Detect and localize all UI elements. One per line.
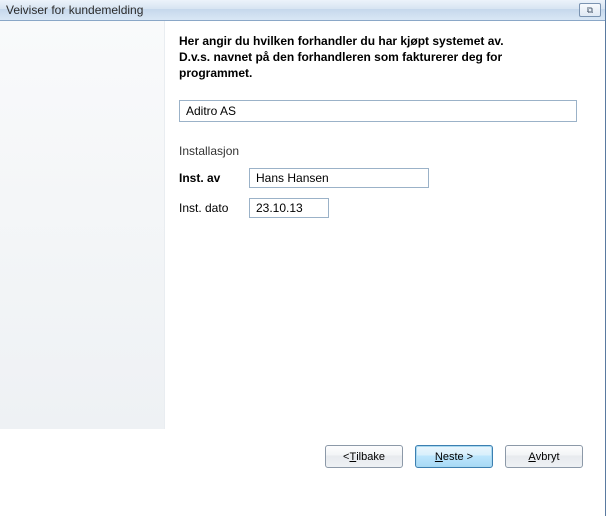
cancel-button[interactable]: Avbryt	[505, 445, 583, 468]
installation-section-label: Installasjon	[179, 144, 585, 158]
titlebar: Veiviser for kundemelding ⧉	[0, 0, 605, 21]
dealer-name-input[interactable]	[179, 100, 577, 122]
install-date-row: Inst. dato	[179, 198, 585, 218]
wizard-main-panel: Her angir du hvilken forhandler du har k…	[165, 21, 605, 429]
cancel-mnemonic: A	[528, 451, 535, 463]
wizard-body: Her angir du hvilken forhandler du har k…	[0, 21, 605, 429]
cancel-rest: vbryt	[536, 451, 560, 463]
installed-by-row: Inst. av	[179, 168, 585, 188]
wizard-button-row: < Tilbake Neste > Avbryt	[325, 445, 583, 468]
back-rest: ilbake	[356, 451, 385, 463]
install-date-input[interactable]	[249, 198, 329, 218]
back-mnemonic: T	[349, 451, 356, 463]
back-button[interactable]: < Tilbake	[325, 445, 403, 468]
next-mnemonic: N	[435, 451, 443, 463]
button-divider	[4, 429, 601, 430]
close-icon: ⧉	[587, 6, 593, 15]
window-title: Veiviser for kundemelding	[6, 3, 579, 17]
intro-text: Her angir du hvilken forhandler du har k…	[179, 33, 509, 82]
install-date-label: Inst. dato	[179, 201, 249, 215]
installed-by-label: Inst. av	[179, 171, 249, 185]
wizard-window: Veiviser for kundemelding ⧉ Her angir du…	[0, 0, 606, 516]
close-button[interactable]: ⧉	[579, 3, 601, 17]
wizard-side-panel	[0, 21, 165, 429]
installed-by-input[interactable]	[249, 168, 429, 188]
next-rest: este >	[443, 451, 473, 463]
next-button[interactable]: Neste >	[415, 445, 493, 468]
